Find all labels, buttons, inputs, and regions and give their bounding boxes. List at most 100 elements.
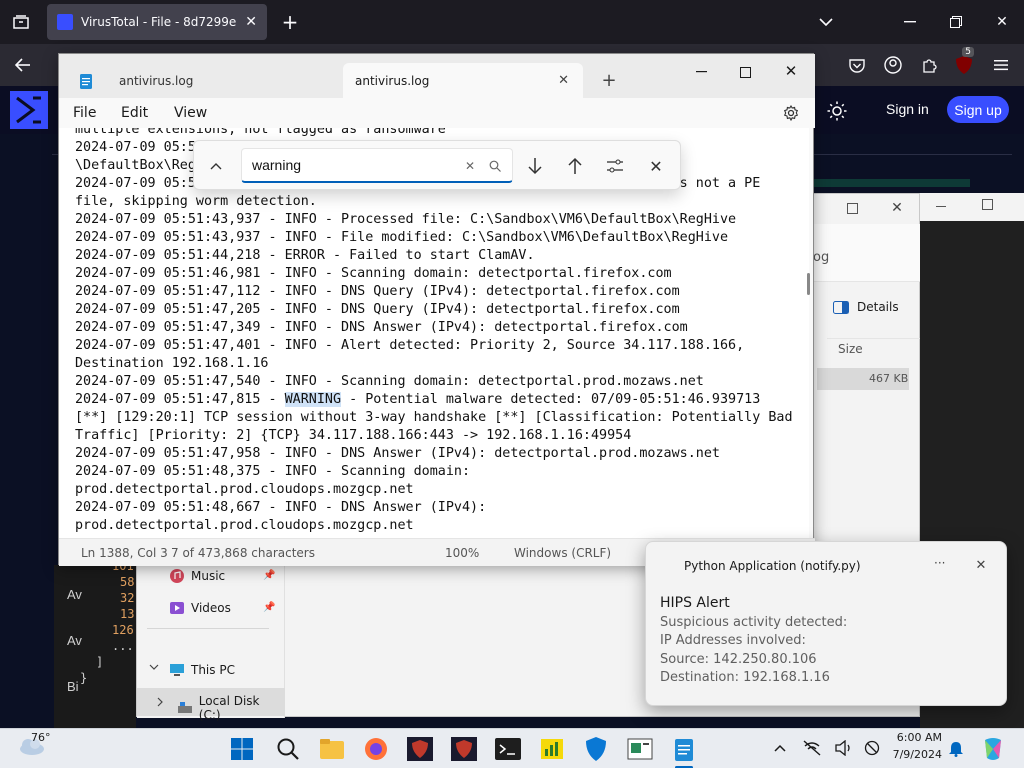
speaker-icon[interactable] — [834, 739, 854, 757]
notepad-file-icon — [80, 73, 92, 89]
nav-label: This PC — [191, 663, 235, 677]
menu-view[interactable]: View — [174, 105, 207, 121]
notepad-minimize-icon[interactable] — [691, 62, 711, 82]
second-window-minimize-icon[interactable] — [936, 206, 946, 208]
log-line: [**] [129:20:1] TCP session without 3-wa… — [75, 410, 793, 425]
background-ellipsis: ... — [112, 639, 134, 653]
log-line: 2024-07-09 05:51:47,815 - WARNING - Pote… — [75, 391, 760, 409]
log-line: 2024-07-09 05:51:48,375 - INFO - Scannin… — [75, 464, 471, 479]
log-line: multiple extensions, not flagged as rans… — [75, 128, 446, 137]
disk-icon — [178, 702, 192, 713]
shield-app-icon[interactable] — [404, 733, 436, 765]
chart-app-icon[interactable] — [536, 733, 568, 765]
file-explorer-icon[interactable] — [316, 733, 348, 765]
virustotal-favicon-icon — [57, 14, 73, 30]
notification-close-icon[interactable]: ✕ — [972, 556, 990, 574]
virustotal-logo-icon[interactable] — [10, 91, 48, 129]
clock-time[interactable]: 6:00 AM — [890, 731, 942, 744]
copilot-icon[interactable] — [978, 734, 1008, 764]
videos-icon — [170, 602, 184, 614]
collapse-replace-chevron-icon[interactable] — [206, 156, 226, 176]
find-options-sliders-icon[interactable] — [604, 155, 626, 177]
menu-edit[interactable]: Edit — [121, 105, 148, 121]
ublock-origin-icon[interactable]: 5 — [952, 47, 976, 77]
explorer-maximize-icon[interactable] — [842, 200, 862, 216]
clear-find-icon[interactable]: ✕ — [461, 157, 479, 175]
background-bracket: ] — [96, 655, 104, 669]
tab-title: VirusTotal - File - 8d7299e5a8a — [81, 15, 237, 29]
search-icon[interactable] — [272, 733, 304, 765]
second-window-maximize-icon[interactable] — [982, 199, 993, 210]
notepad-menubar: File Edit View — [59, 98, 815, 128]
find-previous-arrow-up-icon[interactable] — [564, 155, 586, 177]
notification-more-icon[interactable]: ··· — [934, 556, 945, 570]
start-icon[interactable] — [226, 733, 258, 765]
window-minimize-icon[interactable] — [900, 12, 920, 32]
notepad-tab-2[interactable]: antivirus.log ✕ — [343, 63, 583, 98]
pin-icon[interactable]: 📌 — [263, 602, 275, 613]
nav-item-videos[interactable]: Videos — [169, 600, 231, 616]
window-close-icon[interactable]: ✕ — [992, 12, 1012, 32]
defender-icon[interactable] — [580, 733, 612, 765]
log-line: file, skipping worm detection. — [75, 194, 317, 209]
find-next-arrow-down-icon[interactable] — [524, 155, 546, 177]
settings-gear-icon[interactable] — [781, 103, 801, 123]
explorer-close-icon[interactable]: ✕ — [887, 199, 907, 217]
notification-toast[interactable]: Python Application (notify.py) ··· ✕ HIP… — [645, 541, 1007, 706]
back-icon[interactable] — [12, 54, 34, 76]
menu-icon[interactable] — [990, 54, 1012, 76]
network-disconnected-icon[interactable] — [802, 739, 822, 757]
notepad-close-icon[interactable]: ✕ — [781, 61, 801, 81]
firefox-icon[interactable] — [360, 733, 392, 765]
tab-close-icon[interactable]: ✕ — [558, 73, 569, 88]
focus-assist-icon[interactable] — [862, 739, 882, 757]
sign-in-link[interactable]: Sign in — [886, 101, 929, 117]
pocket-icon[interactable] — [846, 54, 868, 76]
expand-chevron-icon[interactable] — [157, 696, 163, 711]
music-icon — [170, 569, 184, 583]
tab-manager-icon[interactable] — [10, 12, 32, 32]
nav-item-local-disk[interactable]: Local Disk (C:) — [177, 694, 284, 722]
clock-date[interactable]: 7/9/2024 — [890, 748, 942, 761]
extension-badge: 5 — [962, 47, 974, 57]
close-find-icon[interactable]: ✕ — [645, 155, 667, 177]
sign-up-button[interactable]: Sign up — [947, 96, 1009, 123]
menu-file[interactable]: File — [73, 105, 96, 121]
new-tab-icon[interactable]: + — [280, 10, 300, 34]
details-pane-button[interactable]: Details — [833, 300, 899, 314]
background-label: Bi — [67, 679, 79, 694]
vertical-scrollbar-thumb[interactable] — [807, 273, 810, 295]
pin-icon[interactable]: 📌 — [263, 570, 275, 581]
nav-item-music[interactable]: Music — [169, 568, 225, 584]
notepad-maximize-icon[interactable] — [735, 62, 755, 82]
tab-close-icon[interactable]: ✕ — [245, 14, 257, 30]
notification-bell-icon[interactable] — [946, 739, 966, 759]
expand-chevron-icon[interactable] — [149, 662, 159, 673]
show-hidden-icons-chevron-icon[interactable] — [772, 740, 788, 756]
extensions-icon[interactable] — [918, 54, 940, 76]
log-line: Traffic] [Priority: 2] {TCP} 34.117.188.… — [75, 428, 632, 443]
notepad-icon[interactable] — [668, 733, 700, 765]
account-icon[interactable] — [882, 54, 904, 76]
browser-tab-virustotal[interactable]: VirusTotal - File - 8d7299e5a8a ✕ — [47, 4, 267, 40]
new-tab-icon[interactable]: + — [599, 70, 619, 91]
window-restore-icon[interactable] — [946, 12, 966, 32]
list-all-tabs-icon[interactable] — [816, 12, 836, 32]
shield-app-icon[interactable] — [448, 733, 480, 765]
theme-toggle-icon[interactable] — [826, 100, 848, 122]
search-icon[interactable] — [486, 157, 504, 175]
log-text: - Potential malware detected: 07/09-05:5… — [341, 392, 761, 407]
notepad-app-icon[interactable] — [624, 733, 656, 765]
notepad-tab-1[interactable]: antivirus.log — [67, 63, 329, 98]
tab-label: antivirus.log — [355, 73, 430, 88]
background-label: Av — [67, 587, 82, 602]
nav-item-this-pc[interactable]: This PC — [169, 662, 235, 678]
notification-app-name: Python Application (notify.py) — [684, 559, 861, 573]
browser-tab-strip: VirusTotal - File - 8d7299e5a8a ✕ + ✕ — [0, 0, 1024, 44]
background-number: 32 — [120, 591, 135, 605]
line-ending[interactable]: Windows (CRLF) — [514, 546, 611, 560]
size-column-header[interactable]: Size — [838, 342, 863, 356]
notification-body-line: IP Addresses involved: — [660, 633, 806, 648]
zoom-level[interactable]: 100% — [445, 546, 479, 560]
terminal-icon[interactable] — [492, 733, 524, 765]
